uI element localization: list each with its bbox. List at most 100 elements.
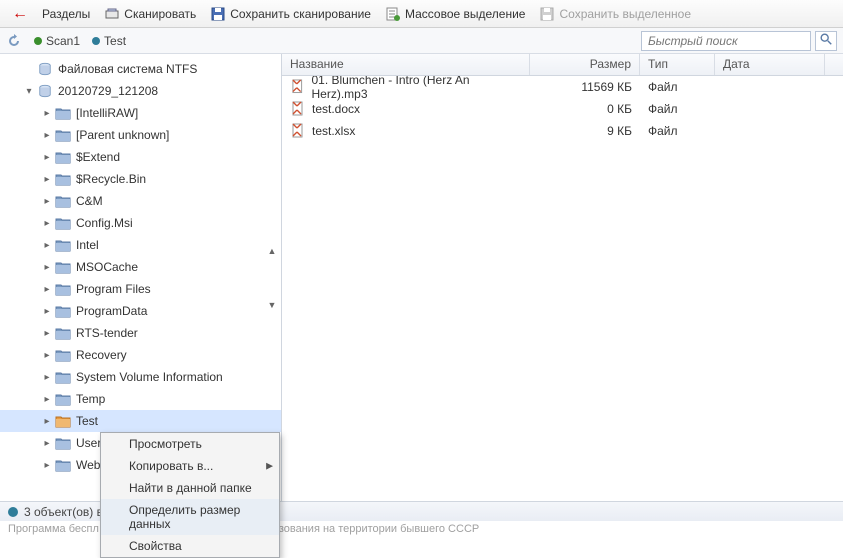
tree-item-label: $Recycle.Bin: [76, 172, 146, 186]
floppy-disabled-icon: [539, 6, 555, 22]
tree-item-label: Test: [76, 414, 98, 428]
footer-right: зования на территории бывшего СССР: [279, 523, 479, 535]
save-selected-label: Сохранить выделенное: [559, 7, 691, 21]
chevron-icon[interactable]: ▸: [40, 218, 54, 229]
mass-select-label: Массовое выделение: [405, 7, 526, 21]
ctx-item-3[interactable]: Определить размер данных: [101, 499, 279, 535]
col-name[interactable]: Название: [282, 54, 530, 75]
tree-item-msocache[interactable]: ▸ MSOCache: [0, 256, 281, 278]
folder-icon: [54, 369, 72, 385]
chevron-icon[interactable]: ▸: [40, 372, 54, 383]
chevron-icon[interactable]: ▸: [40, 350, 54, 361]
tree-item-label: Intel: [76, 238, 99, 252]
chevron-icon[interactable]: ▸: [40, 328, 54, 339]
tree-item-system-volume-information[interactable]: ▸System Volume Information: [0, 366, 281, 388]
folder-icon: [54, 171, 72, 187]
magnifier-icon: [819, 32, 833, 49]
tree-item-label: Recovery: [76, 348, 127, 362]
folder-icon: [54, 413, 72, 429]
chevron-icon[interactable]: ▸: [40, 174, 54, 185]
list-pane: Название Размер Тип Дата 01. Blumchen - …: [282, 54, 843, 501]
file-name: 01. Blumchen - Intro (Herz An Herz).mp3: [311, 76, 522, 101]
list-header: Название Размер Тип Дата: [282, 54, 843, 76]
chevron-icon[interactable]: ▸: [40, 284, 54, 295]
status-dot-green-icon: [34, 37, 42, 45]
tree-snapshot[interactable]: ▾20120729_121208: [0, 80, 281, 102]
tree-item-rts-tender[interactable]: ▸RTS-tender: [0, 322, 281, 344]
chevron-icon[interactable]: ▾: [22, 86, 36, 97]
file-row[interactable]: test.xlsx 9 КБФайл: [282, 120, 843, 142]
file-type: Файл: [640, 102, 715, 116]
chevron-icon[interactable]: ▸: [40, 262, 54, 273]
folder-icon: [36, 61, 54, 77]
chevron-icon[interactable]: ▸: [40, 438, 54, 449]
status-dot-cyan-icon: [92, 37, 100, 45]
tree-item-label: ProgramData: [76, 304, 147, 318]
tree-item-programdata[interactable]: ▸ ProgramData: [0, 300, 281, 322]
chevron-icon[interactable]: ▸: [40, 416, 54, 427]
chevron-icon[interactable]: ▸: [40, 306, 54, 317]
tree-item-config-msi[interactable]: ▸Config.Msi: [0, 212, 281, 234]
chevron-icon[interactable]: ▸: [40, 240, 54, 251]
tree-item-label: [Parent unknown]: [76, 128, 169, 142]
sections-button[interactable]: Разделы: [36, 4, 96, 24]
back-button[interactable]: ←: [6, 3, 34, 25]
tab-scan1[interactable]: Scan1: [34, 34, 80, 48]
file-list[interactable]: 01. Blumchen - Intro (Herz An Herz).mp3 1…: [282, 76, 843, 501]
chevron-icon[interactable]: ▸: [40, 130, 54, 141]
save-scan-button[interactable]: Сохранить сканирование: [204, 3, 377, 25]
refresh-icon[interactable]: [6, 33, 22, 49]
chevron-icon[interactable]: ▸: [40, 460, 54, 471]
tree-item-intel[interactable]: ▸ Intel: [0, 234, 281, 256]
file-row[interactable]: test.docx0 КБФайл: [282, 98, 843, 120]
save-scan-label: Сохранить сканирование: [230, 7, 371, 21]
tree-item-program-files[interactable]: ▸Program Files: [0, 278, 281, 300]
scroll-down-icon[interactable]: ▼: [265, 298, 279, 312]
search-input[interactable]: [641, 31, 811, 51]
tree-item-recovery[interactable]: ▸ Recovery: [0, 344, 281, 366]
file-row[interactable]: 01. Blumchen - Intro (Herz An Herz).mp3 1…: [282, 76, 843, 98]
file-size: 11569 КБ: [530, 80, 640, 94]
tree-item-label: [IntelliRAW]: [76, 106, 138, 120]
mass-select-icon: [385, 6, 401, 22]
ctx-item-2[interactable]: Найти в данной папке: [101, 477, 279, 499]
tree-item--extend[interactable]: ▸$Extend: [0, 146, 281, 168]
ctx-item-0[interactable]: Просмотреть: [101, 433, 279, 455]
folder-icon: [54, 391, 72, 407]
folder-icon: [54, 127, 72, 143]
file-type: Файл: [640, 124, 715, 138]
tree-item-temp[interactable]: ▸Temp: [0, 388, 281, 410]
scan-button[interactable]: Сканировать: [98, 3, 202, 25]
chevron-icon[interactable]: ▸: [40, 394, 54, 405]
sections-label: Разделы: [42, 7, 90, 21]
tree-scroll: ▲ ▼: [265, 244, 279, 312]
mass-select-button[interactable]: Массовое выделение: [379, 3, 532, 25]
search-button[interactable]: [815, 31, 837, 51]
col-type[interactable]: Тип: [640, 54, 715, 75]
ctx-item-1[interactable]: Копировать в...▶: [101, 455, 279, 477]
folder-icon: [54, 325, 72, 341]
file-size: 9 КБ: [530, 124, 640, 138]
chevron-icon[interactable]: ▸: [40, 152, 54, 163]
tree-root[interactable]: Файловая система NTFS: [0, 58, 281, 80]
tree-item-c-m[interactable]: ▸C&M: [0, 190, 281, 212]
chevron-icon[interactable]: ▸: [40, 196, 54, 207]
status-text: 3 объект(ов) в: [24, 505, 103, 519]
tree-item--recycle-bin[interactable]: ▸ $Recycle.Bin: [0, 168, 281, 190]
search-area: [641, 31, 837, 51]
folder-icon: [54, 149, 72, 165]
tree-item--parent-unknown-[interactable]: ▸ [Parent unknown]: [0, 124, 281, 146]
folder-icon: [54, 237, 72, 253]
status-dot-icon: [8, 507, 18, 517]
tree-item--intelliraw-[interactable]: ▸ [IntelliRAW]: [0, 102, 281, 124]
tree-item-test[interactable]: ▸ Test: [0, 410, 281, 432]
scroll-up-icon[interactable]: ▲: [265, 244, 279, 258]
col-date[interactable]: Дата: [715, 54, 825, 75]
context-menu: ПросмотретьКопировать в...▶Найти в данно…: [100, 432, 280, 558]
col-size[interactable]: Размер: [530, 54, 640, 75]
chevron-icon[interactable]: ▸: [40, 108, 54, 119]
tree-item-label: MSOCache: [76, 260, 138, 274]
file-name: test.xlsx: [312, 124, 355, 138]
tab-test[interactable]: Test: [92, 34, 126, 48]
ctx-item-4[interactable]: Свойства: [101, 535, 279, 557]
